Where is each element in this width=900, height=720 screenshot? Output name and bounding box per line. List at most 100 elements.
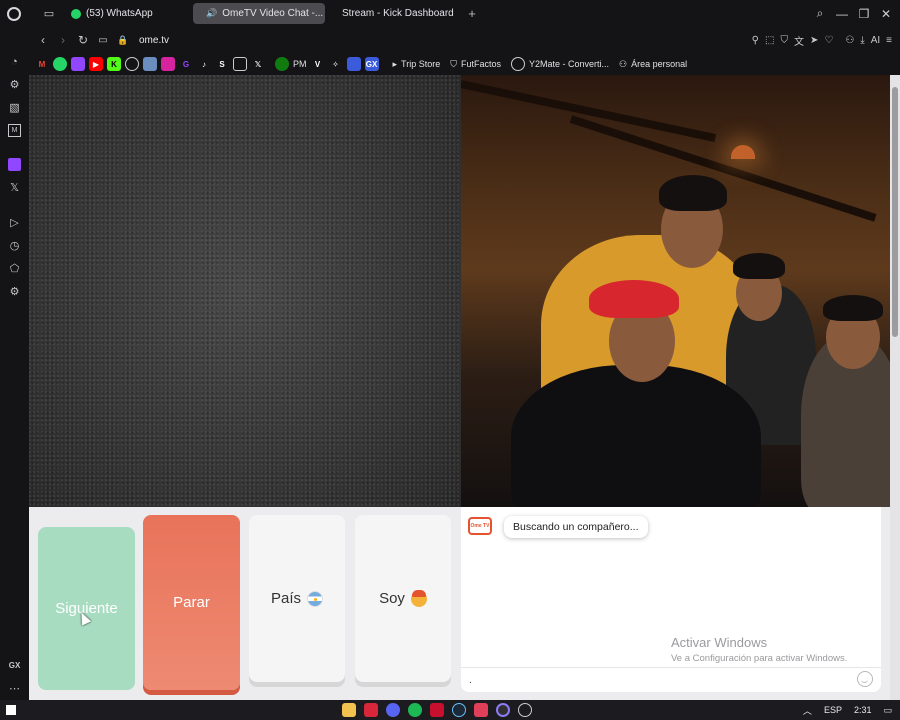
history-icon[interactable]: ◷ [8, 239, 21, 252]
kick-bookmark-icon[interactable]: K [107, 57, 121, 71]
player-icon[interactable]: ▷ [8, 216, 21, 229]
chat-controls: Siguiente Parar País Soy [29, 507, 461, 700]
scrollbar-thumb[interactable] [892, 87, 898, 337]
spotify-icon[interactable] [408, 703, 422, 717]
twitch-icon[interactable] [8, 158, 21, 171]
ai-label: AI [870, 34, 881, 46]
x-bookmark-icon[interactable]: 𝕏 [251, 57, 265, 71]
bookmark-label: Y2Mate - Converti... [529, 59, 610, 69]
close-window-button[interactable]: ✕ [876, 7, 896, 21]
tab-bar: ▭ (53) WhatsApp 🔊 OmeTV Video Chat -... … [0, 0, 900, 27]
speed-dial-icon[interactable]: ◔ [8, 55, 21, 68]
bookmark-trip-store[interactable]: ▸ Trip Store [393, 59, 441, 70]
tray-chevron-up-icon[interactable]: ︿ [803, 704, 812, 717]
translate-icon[interactable]: 文 [794, 33, 804, 48]
country-button[interactable]: País [249, 515, 345, 682]
menu-icon[interactable]: ≡ [886, 35, 892, 46]
more-icon[interactable]: ⋯ [8, 682, 21, 695]
reload-icon[interactable]: ↻ [73, 33, 93, 47]
page-scrollbar[interactable] [890, 75, 900, 700]
tab-switcher-icon[interactable]: ▭ [35, 0, 63, 27]
app-bookmark-icon[interactable] [143, 57, 157, 71]
gx-bookmark-icon[interactable]: GX [364, 57, 379, 71]
steam-icon[interactable] [452, 703, 466, 717]
tab-whatsapp[interactable]: (53) WhatsApp [63, 3, 191, 24]
x-twitter-icon[interactable]: 𝕏 [8, 181, 21, 194]
y2mate-icon [511, 57, 525, 71]
gx-control-icon[interactable]: ⚙ [8, 78, 21, 91]
notifications-icon[interactable]: ▭ [883, 705, 892, 716]
speaker-icon[interactable]: 🔊 [206, 8, 217, 19]
clock[interactable]: 2:31 [854, 705, 872, 715]
extensions-icon[interactable]: ⬠ [8, 262, 21, 275]
v-bookmark-icon[interactable]: V [311, 57, 325, 71]
country-button-label: País [270, 590, 301, 607]
tab-kick[interactable]: Stream - Kick Dashboard [329, 3, 461, 24]
windows-taskbar: ︿ ESP 2:31 ▭ [0, 700, 900, 720]
chat-divider [461, 667, 881, 668]
opera-gx-taskbar-icon[interactable] [364, 703, 378, 717]
tiktok-icon[interactable]: ♪ [197, 57, 211, 71]
aria-ai-icon[interactable]: AI [871, 35, 880, 46]
youtube-icon[interactable]: ▶ [89, 57, 103, 71]
windows-start-icon[interactable] [0, 700, 22, 720]
m-app-icon[interactable]: M [8, 124, 21, 137]
g-bookmark-icon[interactable]: G [179, 57, 193, 71]
gender-button[interactable]: Soy [355, 515, 451, 682]
chat-message-input[interactable] [469, 671, 849, 689]
whatsapp-bookmark-icon[interactable] [53, 57, 67, 71]
obs-icon[interactable] [496, 703, 510, 717]
instagram-icon[interactable] [161, 57, 175, 71]
camera-icon[interactable]: ▭ [93, 35, 113, 46]
download-icon[interactable]: ⤓ [860, 35, 864, 46]
chatgpt-icon[interactable] [125, 57, 139, 71]
gx-label[interactable]: GX [8, 659, 21, 672]
opera-gx-logo-icon[interactable] [7, 6, 21, 21]
adobe-app-icon[interactable] [474, 703, 488, 717]
stop-button[interactable]: Parar [143, 515, 240, 690]
emoji-icon[interactable] [857, 671, 873, 687]
document-icon[interactable] [233, 57, 247, 71]
window-controls: ⌕ — ❐ ✕ [810, 0, 896, 27]
settings-taskbar-icon[interactable] [518, 703, 532, 717]
s-bookmark-icon[interactable]: S [215, 57, 229, 71]
bookmark-futfactos[interactable]: ⛉ FutFactos [450, 59, 501, 70]
url-field[interactable]: ome.tv [139, 35, 169, 46]
settings-icon[interactable]: ⚙ [8, 285, 21, 298]
red-app-icon[interactable] [430, 703, 444, 717]
snapshot-icon[interactable]: ⬚ [765, 35, 774, 46]
bird-bookmark-icon[interactable]: ✧ [329, 57, 343, 71]
back-icon[interactable]: ‹ [33, 33, 53, 47]
twitch-bookmark-icon[interactable] [71, 57, 85, 71]
blue-app-bookmark-icon[interactable] [346, 57, 361, 71]
forward-icon[interactable]: › [53, 33, 73, 47]
send-icon[interactable]: ➤ [810, 35, 818, 46]
bookmarks-bar: M ▶ K G ♪ S 𝕏 PM V ✧ GX ▸ Trip Store ⛉ F… [29, 53, 900, 75]
xbox-icon [275, 57, 289, 71]
tab-ometv[interactable]: 🔊 OmeTV Video Chat -... [193, 3, 325, 24]
file-explorer-icon[interactable] [342, 703, 356, 717]
new-tab-button[interactable]: + [461, 6, 483, 21]
shield-icon[interactable]: ⛉ [780, 35, 788, 46]
watermark-subtitle: Ve a Configuración para activar Windows. [671, 653, 848, 664]
search-tabs-icon[interactable]: ⌕ [810, 6, 830, 21]
maximize-button[interactable]: ❐ [854, 7, 874, 21]
tab-label: OmeTV Video Chat -... [222, 8, 324, 19]
next-button[interactable]: Siguiente [38, 527, 135, 690]
gx-corner-icon[interactable]: ▧ [8, 101, 21, 114]
minimize-button[interactable]: — [832, 7, 852, 21]
heart-icon[interactable]: ♡ [824, 35, 833, 46]
pin-icon[interactable]: ⚲ [752, 35, 759, 46]
bookmark-label: Trip Store [401, 59, 441, 69]
language-indicator[interactable]: ESP [824, 705, 842, 715]
gmail-icon[interactable]: M [35, 57, 49, 71]
tab-label: Stream - Kick Dashboard [342, 8, 454, 19]
discord-icon[interactable] [386, 703, 400, 717]
bookmark-area-personal[interactable]: ⚇ Área personal [619, 59, 687, 70]
lock-icon[interactable]: 🔒 [113, 35, 133, 46]
bookmark-y2mate[interactable]: Y2Mate - Converti... [511, 57, 609, 71]
person-hair [733, 253, 785, 279]
profile-icon[interactable]: ⚇ [845, 35, 854, 46]
partner-video-static [29, 75, 461, 507]
bookmark-pm[interactable]: PM [275, 57, 307, 71]
